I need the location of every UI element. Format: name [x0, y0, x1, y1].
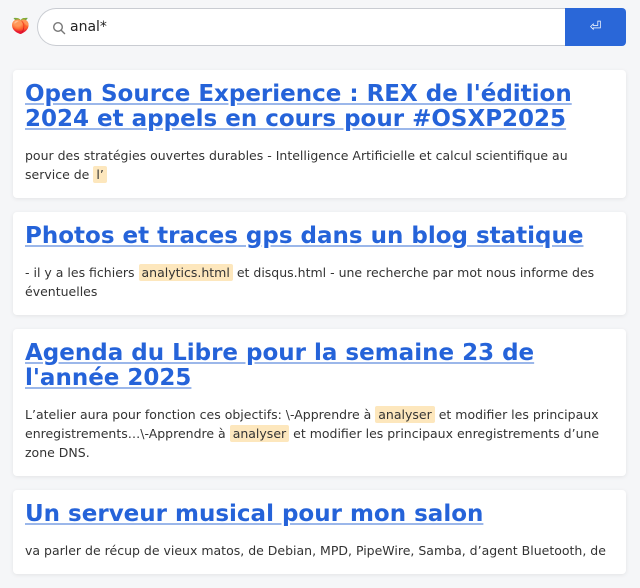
result-title-link[interactable]: Un serveur musical pour mon salon	[25, 502, 614, 527]
result-title-link[interactable]: Photos et traces gps dans un blog statiq…	[25, 224, 614, 249]
snippet-highlight: analyser	[229, 425, 290, 442]
result-snippet: pour des stratégies ouvertes durables - …	[25, 146, 614, 184]
snippet-text: L’atelier aura pour fonction ces objecti…	[25, 407, 376, 422]
results-list: Open Source Experience : REX de l'éditio…	[13, 70, 626, 588]
peach-logo-icon[interactable]: 🍑	[11, 17, 30, 35]
search-icon	[52, 21, 66, 35]
result-snippet: - il y a les fichiers analytics.html et …	[25, 263, 614, 301]
snippet-text: va parler de récup de vieux matos, de De…	[25, 543, 606, 558]
snippet-highlight: analyser	[375, 406, 435, 423]
snippet-text: - il y a les fichiers	[25, 265, 139, 280]
result-card: Open Source Experience : REX de l'éditio…	[13, 70, 626, 198]
snippet-highlight: l’	[93, 166, 107, 183]
result-card: Photos et traces gps dans un blog statiq…	[13, 212, 626, 315]
result-card: Agenda du Libre pour la semaine 23 de l'…	[13, 329, 626, 476]
enter-icon: ⏎	[589, 19, 602, 35]
snippet-highlight: analytics.html	[138, 264, 233, 281]
result-snippet: L’atelier aura pour fonction ces objecti…	[25, 405, 614, 462]
search-box[interactable]	[37, 8, 577, 46]
search-bar: 🍑 ⏎	[0, 0, 640, 56]
result-title-link[interactable]: Open Source Experience : REX de l'éditio…	[25, 82, 614, 132]
search-submit-button[interactable]: ⏎	[565, 8, 626, 46]
result-snippet: va parler de récup de vieux matos, de De…	[25, 541, 614, 560]
result-card: Un serveur musical pour mon salon va par…	[13, 490, 626, 574]
search-input[interactable]	[70, 9, 550, 45]
result-title-link[interactable]: Agenda du Libre pour la semaine 23 de l'…	[25, 341, 614, 391]
